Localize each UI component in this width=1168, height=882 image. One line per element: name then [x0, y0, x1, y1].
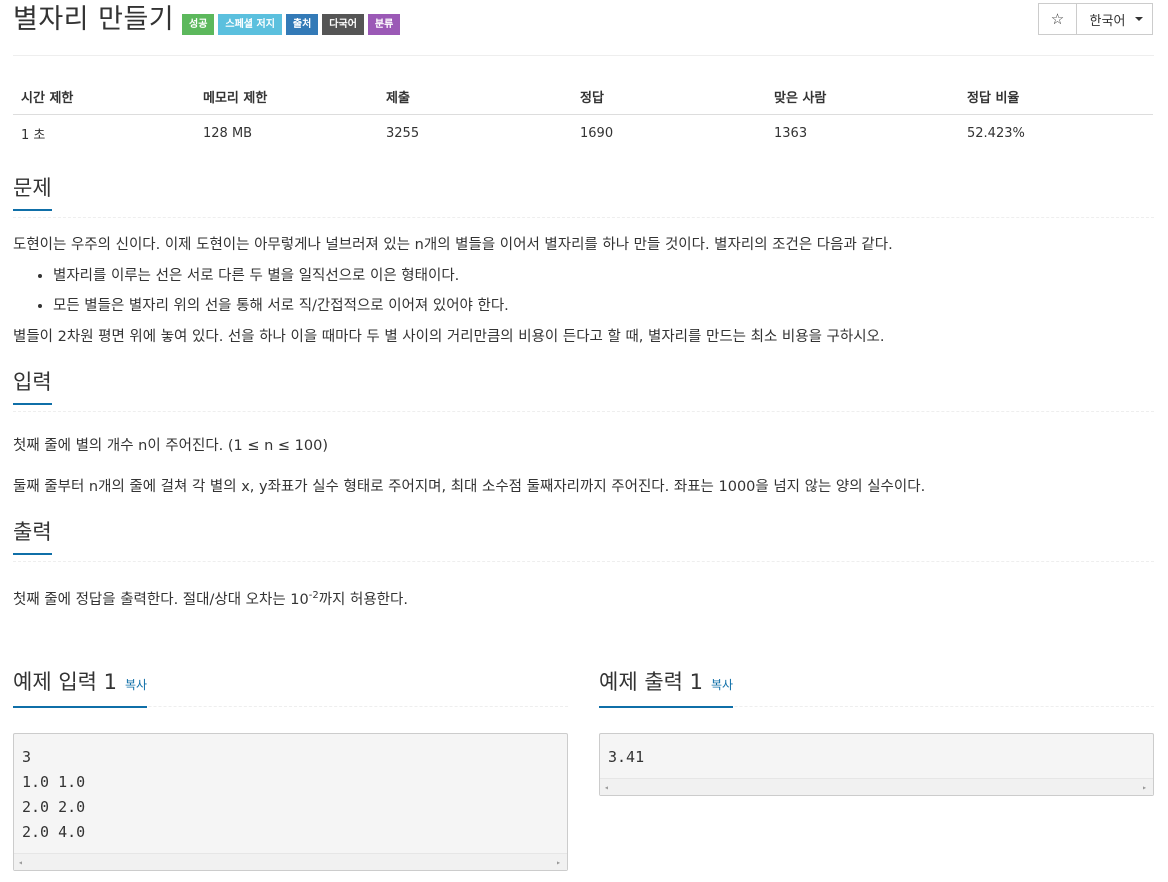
sample-output-title: 예제 출력 1 복사 [599, 668, 734, 708]
sample-input-lines: 3 1.0 1.0 2.0 2.0 2.0 4.0 [14, 734, 567, 853]
label-success[interactable]: 성공 [182, 14, 215, 35]
sample-input-panel: 예제 입력 1 복사 3 1.0 1.0 2.0 2.0 2.0 4.0 ◂ ▸ [13, 668, 568, 871]
language-label: 한국어 [1089, 13, 1126, 29]
list-item: 모든 별들은 별자리 위의 선을 통해 서로 직/간접적으로 이어져 있어야 한… [53, 296, 1154, 316]
label-special-judge[interactable]: 스페셜 저지 [218, 14, 282, 35]
copy-output-button[interactable]: 복사 [711, 678, 733, 692]
list-item: 별자리를 이루는 선은 서로 다른 두 별을 일직선으로 이은 형태이다. [53, 266, 1154, 286]
page-title: 별자리 만들기 [13, 4, 175, 35]
accept-ratio-value: 52.423% [967, 125, 1025, 141]
sample-input-header: 예제 입력 1 복사 [13, 668, 568, 708]
input-section: 입력 첫째 줄에 별의 개수 n이 주어진다. (1 ≤ n ≤ 100) 둘째… [13, 368, 1154, 497]
output-description: 첫째 줄에 정답을 출력한다. 절대/상대 오차는 10-2까지 허용한다. [13, 586, 1154, 610]
problem-header: 별자리 만들기 성공 스페셜 저지 출처 다국어 분류 ☆ 한국어 [13, 0, 1154, 56]
sample-input-line: 2.0 4.0 [22, 823, 86, 841]
caret-down-icon [1135, 17, 1144, 21]
header-solved-users: 맞은 사람 [766, 79, 959, 115]
sample-input-line: 1.0 1.0 [22, 773, 86, 791]
label-multilingual[interactable]: 다국어 [322, 14, 364, 35]
problem-section: 문제 도현이는 우주의 신이다. 이제 도현이는 아무렇게나 널브러져 있는 n… [13, 174, 1154, 347]
input-line-1: 첫째 줄에 별의 개수 n이 주어진다. (1 ≤ n ≤ 100) [13, 437, 329, 454]
sample-output-line: 3.41 [608, 748, 645, 766]
sample-output-panel: 예제 출력 1 복사 3.41 ◂ ▸ [599, 668, 1154, 871]
problem-page: 별자리 만들기 성공 스페셜 저지 출처 다국어 분류 ☆ 한국어 시간 제한 … [0, 0, 1168, 882]
scroll-left-icon[interactable]: ◂ [18, 858, 23, 867]
problem-info-table: 시간 제한 메모리 제한 제출 정답 맞은 사람 정답 비율 1 초 128 M… [13, 79, 1153, 152]
sample-output-header: 예제 출력 1 복사 [599, 668, 1154, 708]
sample-input-line: 3 [22, 748, 32, 766]
problem-intro: 도현이는 우주의 신이다. 이제 도현이는 아무렇게나 널브러져 있는 n개의 … [13, 236, 893, 253]
language-dropdown[interactable]: 한국어 [1076, 3, 1153, 35]
accepted-value[interactable]: 1690 [572, 115, 766, 152]
input-section-header: 입력 [13, 368, 1154, 412]
header-accept-ratio: 정답 비율 [959, 79, 1153, 115]
section-title-input: 입력 [13, 368, 52, 405]
sample-input-title-text: 예제 입력 1 [13, 670, 117, 694]
header-memory-limit: 메모리 제한 [195, 79, 378, 115]
submissions-value[interactable]: 3255 [378, 115, 572, 152]
header-time-limit: 시간 제한 [13, 79, 195, 115]
table-row: 1 초 128 MB 3255 1690 1363 52.423% [13, 115, 1153, 152]
header-submissions: 제출 [378, 79, 572, 115]
sample-input-line: 2.0 2.0 [22, 798, 86, 816]
input-line-2: 둘째 줄부터 n개의 줄에 걸쳐 각 별의 x, y좌표가 실수 형태로 주어지… [13, 478, 926, 495]
samples-row: 예제 입력 1 복사 3 1.0 1.0 2.0 2.0 2.0 4.0 ◂ ▸ … [13, 668, 1154, 871]
scroll-left-icon[interactable]: ◂ [604, 783, 609, 792]
header-accepted: 정답 [572, 79, 766, 115]
sample-input-box[interactable]: 3 1.0 1.0 2.0 2.0 2.0 4.0 ◂ ▸ [13, 733, 568, 871]
favorite-button[interactable]: ☆ [1038, 3, 1077, 35]
sample-output-lines: 3.41 [600, 734, 1153, 778]
output-exponent: -2 [308, 589, 319, 601]
output-text-after: 까지 허용한다. [318, 591, 408, 608]
problem-outro: 별들이 2차원 평면 위에 놓여 있다. 선을 하나 이을 때마다 두 별 사이… [13, 328, 885, 345]
scroll-right-icon[interactable]: ▸ [556, 858, 561, 867]
horizontal-scrollbar[interactable]: ◂ ▸ [600, 778, 1153, 795]
copy-input-button[interactable]: 복사 [125, 678, 147, 692]
problem-labels: 성공 스페셜 저지 출처 다국어 분류 [182, 14, 401, 35]
horizontal-scrollbar[interactable]: ◂ ▸ [14, 853, 567, 870]
solved-users-value[interactable]: 1363 [766, 115, 959, 152]
time-limit-value: 1 초 [21, 127, 46, 143]
memory-limit-value: 128 MB [203, 125, 253, 141]
sample-output-title-text: 예제 출력 1 [599, 670, 703, 694]
sample-output-box[interactable]: 3.41 ◂ ▸ [599, 733, 1154, 796]
label-category[interactable]: 분류 [367, 14, 401, 35]
output-section-header: 출력 [13, 518, 1154, 562]
scroll-right-icon[interactable]: ▸ [1142, 783, 1147, 792]
section-title-output: 출력 [13, 518, 52, 555]
problem-conditions: 별자리를 이루는 선은 서로 다른 두 별을 일직선으로 이은 형태이다. 모든… [13, 266, 1154, 316]
problem-section-header: 문제 [13, 174, 1154, 218]
label-source[interactable]: 출처 [285, 14, 319, 35]
header-actions: ☆ 한국어 [1038, 3, 1153, 35]
section-title-problem: 문제 [13, 174, 52, 211]
sample-input-title: 예제 입력 1 복사 [13, 668, 148, 708]
output-text-before: 첫째 줄에 정답을 출력한다. 절대/상대 오차는 10 [13, 591, 309, 608]
output-section: 출력 첫째 줄에 정답을 출력한다. 절대/상대 오차는 10-2까지 허용한다… [13, 518, 1154, 610]
star-icon: ☆ [1050, 10, 1065, 28]
table-header-row: 시간 제한 메모리 제한 제출 정답 맞은 사람 정답 비율 [13, 79, 1153, 115]
